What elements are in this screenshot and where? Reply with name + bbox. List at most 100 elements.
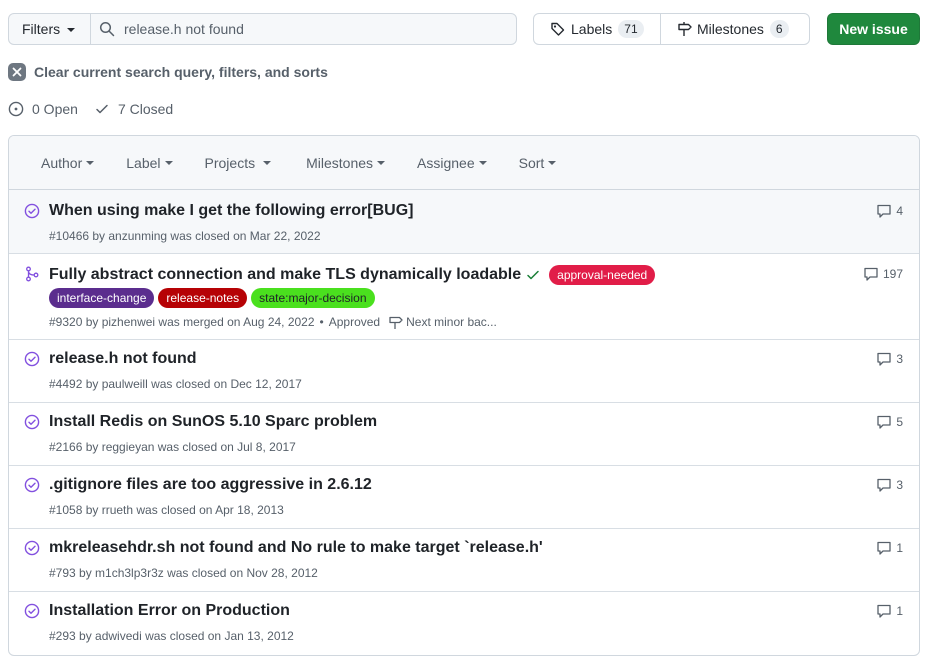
comment-count: 1 [896,604,903,618]
filters-button[interactable]: Filters [8,13,91,45]
issue-title-link[interactable]: Install Redis on SunOS 5.10 Sparc proble… [49,413,377,431]
open-tab[interactable]: 0 Open [8,101,78,117]
comment-count: 3 [896,478,903,492]
clear-filters-link[interactable]: Clear current search query, filters, and… [8,62,328,82]
sort-dropdown[interactable]: Sort [519,155,557,171]
close-icon [8,63,26,81]
comment-icon [877,541,891,555]
milestone-link[interactable]: Next minor bac... [406,315,497,329]
issue-title-link[interactable]: Fully abstract connection and make TLS d… [49,266,521,284]
issue-meta: #1058 by rrueth was closed on Apr 18, 20… [49,503,284,517]
labels-line: interface-change release-notes state:maj… [49,288,379,308]
comment-icon [877,415,891,429]
issue-meta-row: #9320 by pizhenwei was merged on Aug 24,… [49,314,497,330]
milestone-icon [678,22,692,36]
issue-title-link[interactable]: When using make I get the following erro… [49,202,413,220]
new-issue-button[interactable]: New issue [827,13,920,45]
issue-meta: #793 by m1ch3lp3r3z was closed on Nov 28… [49,566,318,580]
comment-icon [877,604,891,618]
check-icon [527,270,539,280]
closed-issue-icon [24,540,40,556]
issue-title-link[interactable]: mkreleasehdr.sh not found and No rule to… [49,539,543,557]
issue-row: Installation Error on Production #293 by… [9,592,919,655]
comment-icon [877,478,891,492]
comment-count: 5 [896,415,903,429]
filters-label: Filters [22,21,61,37]
issue-row: release.h not found #4492 by paulweill w… [9,340,919,403]
milestones-filter[interactable]: Milestones [306,155,386,171]
clear-filters-label: Clear current search query, filters, and… [34,64,328,80]
labels-count: 71 [618,20,644,38]
issue-row: mkreleasehdr.sh not found and No rule to… [9,529,919,592]
milestones-button[interactable]: Milestones 6 [660,13,810,45]
caret-down-icon [377,161,386,165]
comments-link[interactable]: 1 [876,603,903,619]
issue-row: When using make I get the following erro… [9,190,919,254]
sort-label: Sort [518,154,545,171]
issue-title-link[interactable]: .gitignore files are too aggressive in 2… [49,476,372,494]
assignee-filter-label: Assignee [417,154,475,171]
issues-list: Author Label Projects Milestones Assigne… [8,135,920,656]
milestone-icon [389,316,403,329]
issue-row: Install Redis on SunOS 5.10 Sparc proble… [9,403,919,466]
author-filter-label: Author [41,154,83,171]
closed-issue-icon [24,603,40,619]
comment-icon [877,352,891,366]
issue-meta: #10466 by anzunming was closed on Mar 22… [49,229,321,243]
comment-count: 197 [882,267,903,281]
comments-link[interactable]: 3 [876,351,903,367]
closed-tab[interactable]: 7 Closed [94,101,173,117]
closed-issue-icon [24,414,40,430]
issue-title-link[interactable]: release.h not found [49,350,197,368]
issue-title-link[interactable]: Installation Error on Production [49,602,290,620]
caret-down-icon [164,161,173,165]
milestones-count: 6 [769,20,789,38]
issues-list-header: Author Label Projects Milestones Assigne… [9,136,919,190]
label-approval-needed[interactable]: approval-needed [549,265,656,285]
projects-filter-label: Projects [204,154,256,171]
caret-down-icon [263,161,272,165]
labels-button-label: Labels [571,21,613,37]
author-filter[interactable]: Author [41,154,95,171]
caret-down-icon [478,161,487,165]
issue-meta: #9320 by pizhenwei was merged on Aug 24,… [49,315,315,329]
comments-link[interactable]: 3 [876,477,903,493]
comment-icon [877,204,891,218]
projects-filter[interactable]: Projects [205,155,272,171]
comments-link[interactable]: 197 [863,266,903,282]
issue-meta: #293 by adwivedi was closed on Jan 13, 2… [49,629,294,643]
issue-row: Fully abstract connection and make TLS d… [9,254,919,340]
check-icon [96,104,108,114]
label-release-notes[interactable]: release-notes [158,288,248,308]
separator-dot: • [319,315,324,329]
issue-row: .gitignore files are too aggressive in 2… [9,466,919,529]
comments-link[interactable]: 4 [876,203,903,219]
search-icon [99,21,115,37]
issues-toolbar: Filters Labels 71 Milestones 6 New issue [8,13,920,45]
review-status[interactable]: Approved [329,315,380,329]
closed-count: 7 Closed [117,101,174,117]
label-interface-change[interactable]: interface-change [49,288,155,308]
caret-down-icon [67,27,76,32]
comment-icon [864,267,878,281]
label-filter[interactable]: Label [126,155,173,171]
tag-icon [551,22,565,36]
closed-issue-icon [24,203,40,219]
assignee-filter[interactable]: Assignee [417,155,487,171]
comment-count: 1 [896,541,903,555]
labels-button[interactable]: Labels 71 [533,13,661,45]
closed-issue-icon [24,351,40,367]
issue-meta: #4492 by paulweill was closed on Dec 12,… [49,377,302,391]
state-tabs: 0 Open 7 Closed [8,99,189,119]
caret-down-icon [548,161,557,165]
search-box[interactable] [90,13,517,45]
open-count: 0 Open [32,101,78,117]
issue-title-row: Fully abstract connection and make TLS d… [49,265,659,285]
comments-link[interactable]: 1 [876,540,903,556]
comments-link[interactable]: 5 [876,414,903,430]
comment-count: 4 [896,204,903,218]
git-merge-icon [26,266,39,282]
comment-count: 3 [896,352,903,366]
search-input[interactable] [124,21,504,37]
label-state-major-decision[interactable]: state:major-decision [251,288,375,308]
